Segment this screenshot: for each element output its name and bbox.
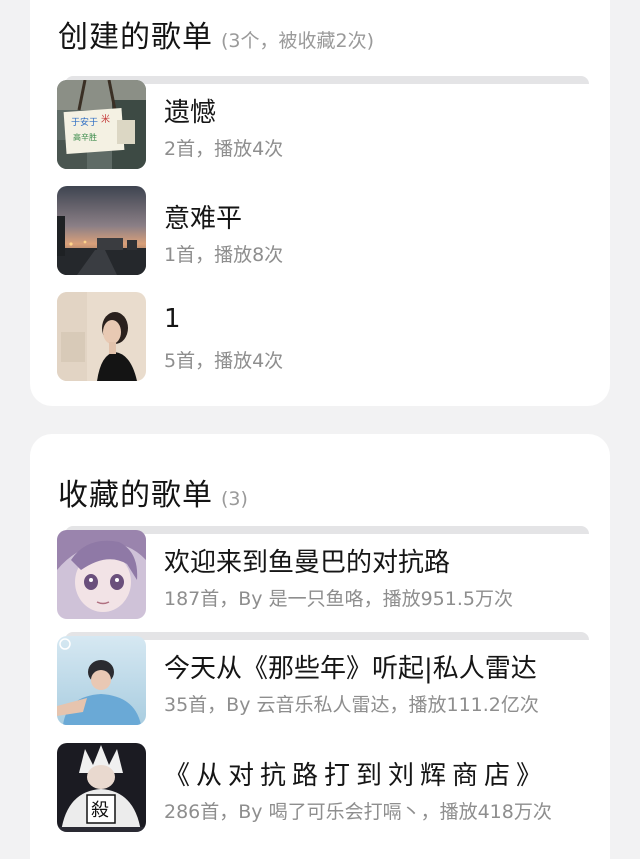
- playlist-meta: 2首，播放4次: [164, 138, 284, 160]
- playlist-title: 今天从《那些年》听起|私人雷达: [164, 654, 537, 684]
- section-title: 创建的歌单: [58, 20, 213, 55]
- playlist-item[interactable]: 欢迎来到鱼曼巴的对抗路 187首，By 是一只鱼咯，播放951.5万次: [57, 526, 597, 622]
- sunset-street-cover: [57, 186, 146, 275]
- girl-portrait-cover: [57, 292, 146, 381]
- playlist-title: 意难平: [164, 204, 243, 234]
- svg-text:米: 米: [101, 113, 110, 125]
- section-count: (3): [221, 488, 248, 510]
- collected-playlists-header: 收藏的歌单 (3): [58, 470, 248, 514]
- svg-text:于安于: 于安于: [71, 116, 98, 128]
- playlist-title: 《从对抗路打到刘辉商店》: [164, 761, 549, 791]
- svg-text:殺: 殺: [91, 800, 109, 821]
- created-playlists-header: 创建的歌单 (3个，被收藏2次): [58, 12, 374, 56]
- handwritten-note-cover: 于安于 米 高辛胜: [57, 80, 146, 169]
- collected-playlists-card: 收藏的歌单 (3) 欢迎来到鱼曼巴的对抗路 187首，By 是一只鱼咯，播放951…: [30, 434, 610, 859]
- playlist-meta: 5首，播放4次: [164, 350, 284, 372]
- anime-character-cover: 殺: [57, 743, 146, 832]
- playlist-item[interactable]: 于安于 米 高辛胜 遗憾 2首，播放4次: [57, 76, 597, 172]
- playlist-meta: 187首，By 是一只鱼咯，播放951.5万次: [164, 588, 513, 610]
- playlist-meta: 1首，播放8次: [164, 244, 284, 266]
- playlist-meta: 35首，By 云音乐私人雷达，播放111.2亿次: [164, 694, 539, 716]
- playlist-title: 1: [164, 304, 181, 334]
- svg-text:高辛胜: 高辛胜: [73, 132, 97, 142]
- section-title: 收藏的歌单: [58, 478, 213, 513]
- boy-portrait-cover: [57, 636, 146, 725]
- playlist-title: 欢迎来到鱼曼巴的对抗路: [164, 548, 451, 578]
- playlist-meta: 286首，By 喝了可乐会打嗝丶，播放418万次: [164, 801, 552, 823]
- created-playlists-card: 创建的歌单 (3个，被收藏2次) 于安于 米 高辛胜 遗憾 2首，播放4次 意难…: [30, 0, 610, 406]
- playlist-item[interactable]: 殺 《从对抗路打到刘辉商店》 286首，By 喝了可乐会打嗝丶，播放418万次: [57, 743, 597, 835]
- playlist-item[interactable]: 今天从《那些年》听起|私人雷达 35首，By 云音乐私人雷达，播放111.2亿次: [57, 632, 597, 728]
- anime-girl-cover: [57, 530, 146, 619]
- section-count: (3个，被收藏2次): [221, 30, 375, 52]
- playlist-title: 遗憾: [164, 98, 217, 128]
- playlist-item[interactable]: 意难平 1首，播放8次: [57, 186, 597, 278]
- playlist-item[interactable]: 1 5首，播放4次: [57, 292, 597, 384]
